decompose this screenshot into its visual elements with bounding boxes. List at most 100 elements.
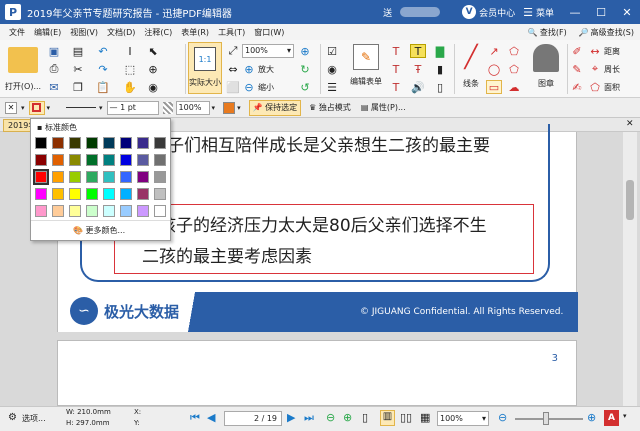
color-swatch[interactable] <box>120 154 132 166</box>
color-swatch[interactable] <box>154 137 166 149</box>
color-swatch[interactable] <box>137 205 149 217</box>
member-center-link[interactable]: 会员中心 <box>479 6 515 19</box>
color-swatch[interactable] <box>52 188 64 200</box>
edit-form-button[interactable]: ✎ 编辑表单 <box>346 44 386 87</box>
fit-visible-icon[interactable]: ⬜ <box>226 80 240 94</box>
menu-comment[interactable]: 注释(C) <box>144 27 172 38</box>
fill-color-button[interactable] <box>223 101 236 114</box>
minimize-button[interactable]: — <box>562 6 588 19</box>
exclusive-mode-button[interactable]: ♛ 独占模式 <box>309 102 351 113</box>
color-swatch[interactable] <box>137 137 149 149</box>
zoom-out-label[interactable]: 缩小 <box>258 82 274 93</box>
menu-form[interactable]: 表单(R) <box>181 27 209 38</box>
color-swatch[interactable] <box>86 205 98 217</box>
forward-icon[interactable]: ⊕ <box>343 411 352 424</box>
next-page-icon[interactable]: ▶ <box>287 411 295 424</box>
status-zoom-select[interactable]: 100% ▾ <box>437 411 489 426</box>
maximize-button[interactable]: ☐ <box>588 6 614 19</box>
color-swatch[interactable] <box>103 205 115 217</box>
color-swatch[interactable] <box>154 171 166 183</box>
print-icon[interactable]: ⎙ <box>46 62 62 76</box>
distance-label[interactable]: 距离 <box>604 46 620 57</box>
sound-icon[interactable]: 🔊 <box>410 80 426 94</box>
list-field-icon[interactable]: ☰ <box>324 80 340 94</box>
pencil-icon[interactable]: ✎ <box>570 62 584 76</box>
area-icon[interactable]: ⬠ <box>588 80 602 94</box>
menu-edit[interactable]: 编辑(E) <box>34 27 61 38</box>
zoom-in-circle-icon[interactable]: ⊕ <box>296 44 314 58</box>
eraser-icon[interactable]: ✐ <box>570 44 584 58</box>
brush-icon[interactable]: ✍ <box>570 80 584 94</box>
menu-window[interactable]: 窗口(W) <box>254 27 284 38</box>
stamp-button[interactable]: 图章 <box>528 44 564 89</box>
document-properties-icon[interactable]: ▤ <box>70 44 86 58</box>
typewriter-icon[interactable]: T <box>388 62 404 76</box>
fit-width-icon[interactable]: ⇔ <box>226 62 240 76</box>
user-name[interactable]: 送 <box>383 6 392 19</box>
color-swatch[interactable] <box>33 169 49 185</box>
checkbox-field-icon[interactable]: ☑ <box>324 44 340 58</box>
advanced-find-button[interactable]: 🔎 高级查找(S) <box>579 27 634 38</box>
hand-tool-icon[interactable]: ✋ <box>122 80 138 94</box>
fit-page-icon[interactable]: ⤢ <box>226 44 240 58</box>
color-swatch[interactable] <box>86 171 98 183</box>
color-swatch[interactable] <box>154 205 166 217</box>
highlight-text-icon[interactable]: T <box>410 44 426 58</box>
pdf-icon[interactable]: A <box>604 410 619 426</box>
color-swatch[interactable] <box>52 154 64 166</box>
zoom-tool-icon[interactable]: ⊕ <box>145 62 161 76</box>
callout-icon[interactable]: T <box>388 80 404 94</box>
color-swatch[interactable] <box>69 171 81 183</box>
color-swatch[interactable] <box>35 154 47 166</box>
open-button[interactable]: 打开(O)... <box>4 44 42 92</box>
cut-icon[interactable]: ✂ <box>70 62 86 76</box>
rotate-right-icon[interactable]: ↻ <box>296 62 314 76</box>
color-swatch[interactable] <box>69 205 81 217</box>
attach-icon[interactable]: ▯ <box>432 80 448 94</box>
first-page-icon[interactable]: ⏮ <box>190 411 200 425</box>
color-swatch[interactable] <box>137 154 149 166</box>
previous-page-icon[interactable]: ◀ <box>207 411 215 424</box>
undo-icon[interactable]: ↶ <box>95 44 111 58</box>
vip-icon[interactable]: V <box>462 5 477 19</box>
save-icon[interactable]: ▣ <box>46 44 62 58</box>
color-swatch[interactable] <box>86 154 98 166</box>
line-width-select[interactable]: — 1 pt <box>106 100 159 115</box>
rotate-left-icon[interactable]: ↺ <box>296 80 314 94</box>
find-button[interactable]: 🔍 查找(F) <box>528 27 567 38</box>
color-swatch[interactable] <box>154 154 166 166</box>
color-swatch[interactable] <box>154 188 166 200</box>
menu-button[interactable]: 菜单 <box>536 6 554 19</box>
email-icon[interactable]: ✉ <box>46 80 62 94</box>
back-icon[interactable]: ⊖ <box>326 411 335 424</box>
cloud-icon[interactable]: ☁ <box>506 80 522 94</box>
color-swatch[interactable] <box>137 171 149 183</box>
text-box-icon[interactable]: T <box>388 44 404 58</box>
zoom-in-circle-icon[interactable]: ⊕ <box>587 411 596 424</box>
attach-file-icon[interactable]: ▮ <box>432 62 448 76</box>
color-swatch[interactable] <box>69 154 81 166</box>
chevron-down-icon[interactable]: ▾ <box>21 104 25 112</box>
perimeter-icon[interactable]: ⌖ <box>588 62 602 76</box>
border-color-button[interactable] <box>28 100 45 115</box>
copy-icon[interactable]: ❐ <box>70 80 86 94</box>
color-swatch[interactable] <box>35 188 47 200</box>
arrow-icon[interactable]: ↗ <box>486 44 502 58</box>
chevron-down-icon[interactable]: ▾ <box>212 104 216 112</box>
close-tab-icon[interactable]: ✕ <box>626 119 634 129</box>
opacity-select[interactable]: 100% <box>175 100 210 115</box>
perimeter-label[interactable]: 周长 <box>604 64 620 75</box>
color-swatch[interactable] <box>86 188 98 200</box>
color-swatch[interactable] <box>69 188 81 200</box>
keep-selected-button[interactable]: 📌 保持选定 <box>248 99 302 116</box>
distance-icon[interactable]: ↔ <box>588 44 602 58</box>
color-swatch[interactable] <box>120 188 132 200</box>
color-swatch[interactable] <box>86 137 98 149</box>
zoom-slider-track[interactable] <box>515 418 583 420</box>
color-swatch[interactable] <box>103 154 115 166</box>
camera-icon[interactable]: ◉ <box>145 80 161 94</box>
menu-icon[interactable]: ☰ <box>523 6 533 19</box>
scrollbar-thumb[interactable] <box>626 180 634 220</box>
menu-view[interactable]: 视图(V) <box>70 27 98 38</box>
zoom-in-label[interactable]: 放大 <box>258 64 274 75</box>
